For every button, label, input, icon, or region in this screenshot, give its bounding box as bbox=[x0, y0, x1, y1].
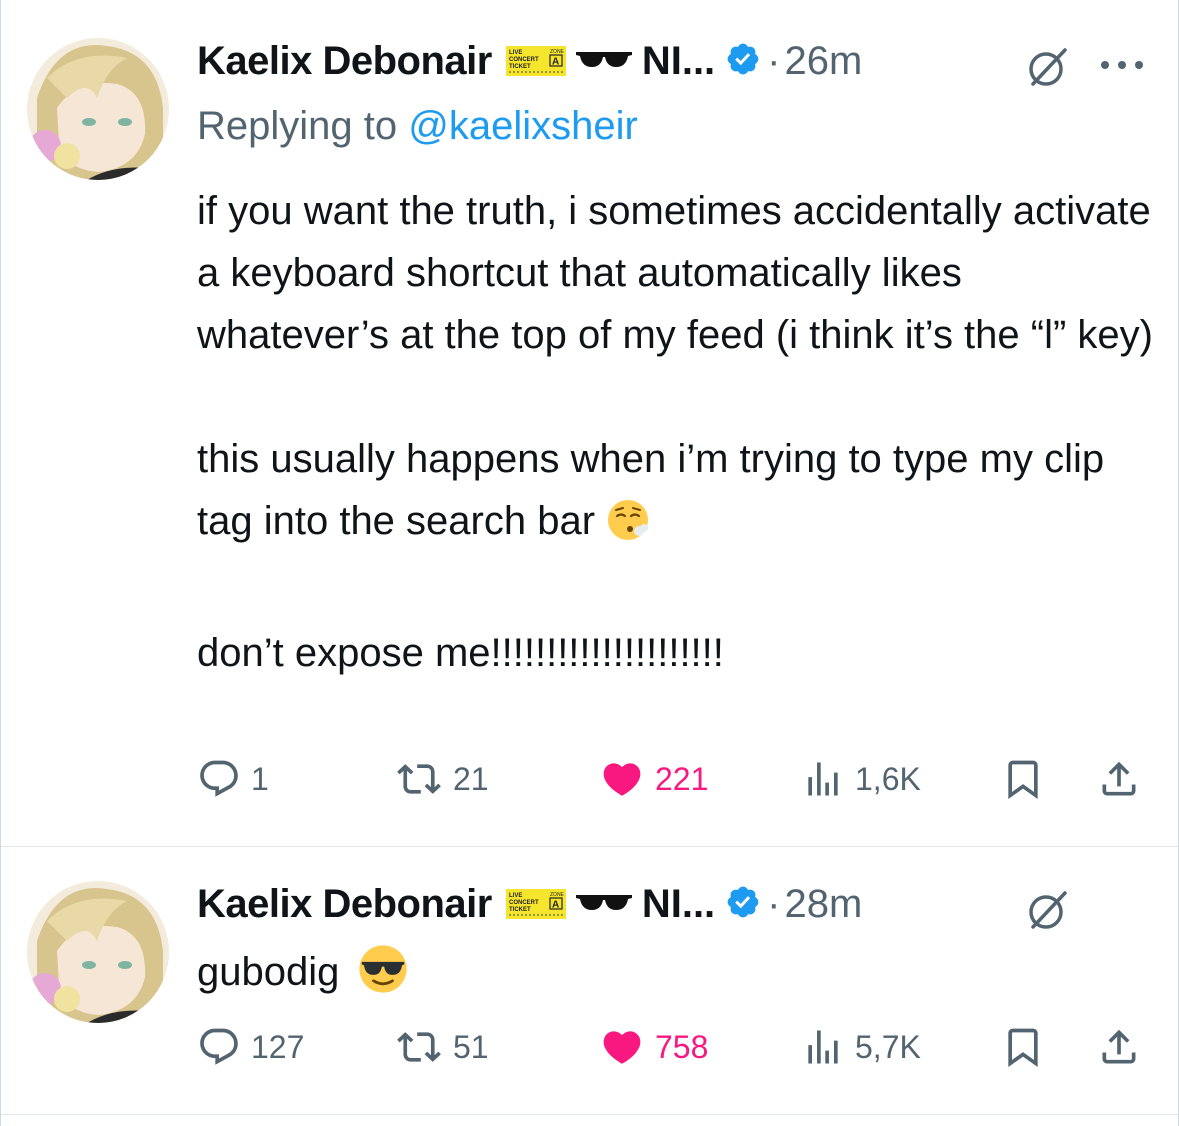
separator-dot: · bbox=[767, 881, 781, 926]
like-button[interactable]: 221 bbox=[599, 757, 708, 801]
replying-handle-link[interactable]: @kaelixsheir bbox=[408, 104, 638, 148]
tweet-paragraph-text: this usually happens when i’m trying to … bbox=[197, 437, 1105, 543]
reply-button[interactable]: 1 bbox=[197, 757, 269, 801]
like-count: 758 bbox=[655, 1028, 709, 1065]
author-name[interactable]: Kaelix Debonair bbox=[197, 39, 492, 84]
share-icon bbox=[1097, 1025, 1141, 1069]
tweet-paragraph: this usually happens when i’m trying to … bbox=[197, 428, 1157, 560]
share-icon bbox=[1097, 757, 1141, 801]
reply-count: 1 bbox=[251, 760, 269, 797]
svg-text:TICKET: TICKET bbox=[509, 907, 531, 913]
views-button[interactable]: 1,6K bbox=[801, 757, 921, 801]
reply-count: 127 bbox=[251, 1028, 305, 1065]
svg-text:ZONE: ZONE bbox=[550, 892, 565, 898]
tweet-text: if you want the truth, i sometimes accid… bbox=[197, 180, 1157, 684]
author-name-suffix[interactable]: NI... bbox=[642, 882, 715, 927]
tweet-header: Kaelix Debonair LIVE CONCERT TICKET ZONE… bbox=[197, 36, 1160, 86]
verified-badge-icon bbox=[725, 884, 761, 925]
author-name-suffix[interactable]: NI... bbox=[642, 39, 715, 84]
svg-text:ZONE: ZONE bbox=[550, 49, 565, 55]
reply-button[interactable]: 127 bbox=[197, 1025, 304, 1069]
svg-text:CONCERT: CONCERT bbox=[509, 57, 539, 63]
heart-icon bbox=[599, 1025, 645, 1069]
ticket-badge-icon: LIVE CONCERT TICKET ZONE A bbox=[505, 46, 566, 76]
svg-text:TICKET: TICKET bbox=[509, 64, 531, 70]
avatar[interactable] bbox=[27, 38, 169, 180]
avatar[interactable] bbox=[27, 881, 169, 1023]
more-icon[interactable] bbox=[1099, 58, 1145, 76]
grok-icon[interactable] bbox=[1025, 44, 1071, 95]
separator-dot: · bbox=[767, 38, 781, 83]
repost-button[interactable]: 51 bbox=[395, 1025, 489, 1069]
bookmark-button[interactable] bbox=[1001, 1025, 1045, 1069]
tweet-text: gubodig bbox=[197, 943, 1157, 1008]
repost-count: 21 bbox=[453, 760, 489, 797]
author-name[interactable]: Kaelix Debonair bbox=[197, 882, 492, 927]
reply-icon bbox=[197, 1025, 241, 1069]
heart-icon bbox=[599, 757, 645, 801]
timestamp[interactable]: 28m bbox=[785, 882, 863, 927]
tweet[interactable]: Kaelix Debonair LIVE CONCERT TICKET ZONE… bbox=[1, 0, 1179, 847]
verified-badge-icon bbox=[725, 41, 761, 82]
reply-icon bbox=[197, 757, 241, 801]
replying-prefix: Replying to bbox=[197, 104, 398, 148]
repost-button[interactable]: 21 bbox=[395, 757, 489, 801]
like-count: 221 bbox=[655, 760, 709, 797]
bookmark-icon bbox=[1001, 757, 1045, 801]
grok-icon[interactable] bbox=[1025, 887, 1071, 938]
ticket-badge-icon: LIVE CONCERT TICKET ZONE A bbox=[505, 889, 566, 919]
svg-text:CONCERT: CONCERT bbox=[509, 900, 539, 906]
sunglasses-emoji bbox=[574, 48, 634, 75]
views-button[interactable]: 5,7K bbox=[801, 1025, 921, 1069]
views-icon bbox=[801, 1025, 845, 1069]
tweet-actions: 1 21 221 1,6K bbox=[1, 757, 1179, 807]
share-button[interactable] bbox=[1097, 1025, 1141, 1069]
tweet-paragraph: if you want the truth, i sometimes accid… bbox=[197, 189, 1153, 357]
bookmark-button[interactable] bbox=[1001, 757, 1045, 801]
repost-icon bbox=[395, 1025, 443, 1069]
repost-icon bbox=[395, 757, 443, 801]
sunglasses-face-emoji bbox=[357, 943, 409, 1008]
views-count: 1,6K bbox=[855, 760, 921, 797]
tweet-actions: 127 51 758 5,7K bbox=[1, 1025, 1179, 1075]
sunglasses-emoji bbox=[574, 891, 634, 918]
tweet-paragraph-text: gubodig bbox=[197, 950, 340, 994]
tweet-paragraph: don’t expose me!!!!!!!!!!!!!!!!!!!!! bbox=[197, 631, 724, 675]
svg-text:LIVE: LIVE bbox=[509, 893, 522, 899]
svg-text:LIVE: LIVE bbox=[509, 50, 522, 56]
tweet-header: Kaelix Debonair LIVE CONCERT TICKET ZONE… bbox=[197, 879, 1160, 929]
replying-to: Replying to @kaelixsheir bbox=[197, 104, 638, 149]
repost-count: 51 bbox=[453, 1028, 489, 1065]
views-count: 5,7K bbox=[855, 1028, 921, 1065]
svg-text:A: A bbox=[552, 57, 559, 68]
timestamp[interactable]: 26m bbox=[785, 39, 863, 84]
like-button[interactable]: 758 bbox=[599, 1025, 708, 1069]
timeline: Kaelix Debonair LIVE CONCERT TICKET ZONE… bbox=[0, 0, 1179, 1126]
views-icon bbox=[801, 757, 845, 801]
svg-text:A: A bbox=[552, 900, 559, 911]
bookmark-icon bbox=[1001, 1025, 1045, 1069]
share-button[interactable] bbox=[1097, 757, 1141, 801]
face-exhaling-emoji bbox=[606, 498, 650, 560]
tweet[interactable]: Kaelix Debonair LIVE CONCERT TICKET ZONE… bbox=[1, 847, 1179, 1115]
